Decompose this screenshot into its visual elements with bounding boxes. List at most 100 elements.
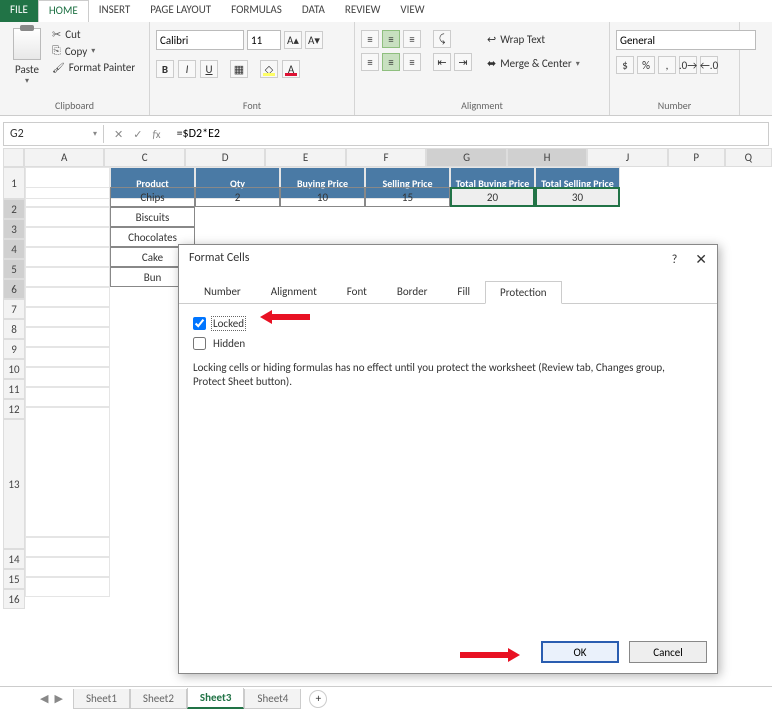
decrease-font-button[interactable]: A▾ <box>305 31 323 49</box>
cell-A8[interactable] <box>25 307 110 327</box>
row-9[interactable]: 9 <box>3 339 25 359</box>
sheet-tab-4[interactable]: Sheet4 <box>244 689 301 709</box>
font-size-select[interactable] <box>247 30 281 50</box>
col-H[interactable]: H <box>507 148 587 167</box>
locked-label[interactable]: Locked <box>211 316 246 331</box>
cell-C2[interactable]: Chips <box>110 187 195 207</box>
cell-A14[interactable] <box>25 537 110 557</box>
tab-insert[interactable]: INSERT <box>89 0 141 22</box>
col-G[interactable]: G <box>426 148 506 167</box>
name-box[interactable]: G2▾ <box>4 125 104 143</box>
bold-button[interactable]: B <box>156 60 174 78</box>
cell-A11[interactable] <box>25 367 110 387</box>
row-8[interactable]: 8 <box>3 319 25 339</box>
cell-A15[interactable] <box>25 557 110 577</box>
row-5[interactable]: 5 <box>3 259 25 279</box>
align-middle-button[interactable]: ≡ <box>382 30 400 48</box>
tab-data[interactable]: DATA <box>292 0 335 22</box>
currency-button[interactable]: $ <box>616 56 634 74</box>
orientation-button[interactable]: ⤹ <box>433 30 451 48</box>
row-16[interactable]: 16 <box>3 589 25 609</box>
locked-checkbox[interactable] <box>193 317 206 330</box>
font-color-button[interactable]: A <box>282 60 300 78</box>
fx-icon[interactable]: fx <box>152 128 160 141</box>
cell-A10[interactable] <box>25 347 110 367</box>
decrease-indent-button[interactable]: ⇤ <box>433 53 451 71</box>
tab-formulas[interactable]: FORMULAS <box>221 0 292 22</box>
row-1[interactable]: 1 <box>3 167 25 199</box>
row-15[interactable]: 15 <box>3 569 25 589</box>
align-center-button[interactable]: ≡ <box>382 53 400 71</box>
align-left-button[interactable]: ≡ <box>361 53 379 71</box>
row-12[interactable]: 12 <box>3 399 25 419</box>
underline-button[interactable]: U <box>200 60 218 78</box>
copy-button[interactable]: Copy▾ <box>52 44 135 58</box>
dlg-tab-border[interactable]: Border <box>382 280 443 303</box>
hidden-checkbox[interactable] <box>193 337 206 350</box>
cell-A12[interactable] <box>25 387 110 407</box>
hidden-label[interactable]: Hidden <box>211 336 247 351</box>
sheet-tab-3[interactable]: Sheet3 <box>187 688 245 709</box>
col-C[interactable]: C <box>104 148 184 167</box>
dlg-tab-number[interactable]: Number <box>189 280 256 303</box>
ok-button[interactable]: OK <box>541 641 619 663</box>
cancel-button[interactable]: Cancel <box>629 641 707 663</box>
font-name-select[interactable] <box>156 30 244 50</box>
increase-font-button[interactable]: A▴ <box>284 31 302 49</box>
row-4[interactable]: 4 <box>3 239 25 259</box>
cell-A6[interactable] <box>25 267 110 287</box>
dlg-tab-alignment[interactable]: Alignment <box>256 280 332 303</box>
col-A[interactable]: A <box>24 148 104 167</box>
decrease-decimal-button[interactable]: ←.0 <box>700 56 718 74</box>
align-bottom-button[interactable]: ≡ <box>403 30 421 48</box>
cancel-formula-icon[interactable]: ✕ <box>114 128 123 141</box>
number-format-select[interactable] <box>616 30 756 50</box>
dlg-tab-protection[interactable]: Protection <box>485 281 562 304</box>
col-Q[interactable]: Q <box>725 148 772 167</box>
row-11[interactable]: 11 <box>3 379 25 399</box>
wrap-text-button[interactable]: ↩Wrap Text <box>482 30 585 49</box>
select-all-corner[interactable] <box>3 148 24 167</box>
dialog-help-button[interactable]: ? <box>672 253 678 267</box>
cell-A7[interactable] <box>25 287 110 307</box>
format-painter-button[interactable]: Format Painter <box>52 61 135 74</box>
border-button[interactable]: ▦ <box>230 60 248 78</box>
add-sheet-button[interactable]: + <box>309 690 327 708</box>
sheet-tab-2[interactable]: Sheet2 <box>130 689 187 709</box>
sheet-tab-1[interactable]: Sheet1 <box>73 689 130 709</box>
tab-page-layout[interactable]: PAGE LAYOUT <box>140 0 221 22</box>
tab-view[interactable]: VIEW <box>390 0 434 22</box>
cell-A13[interactable] <box>25 407 110 537</box>
cell-A3[interactable] <box>25 207 110 227</box>
increase-indent-button[interactable]: ⇥ <box>454 53 472 71</box>
cell-A4[interactable] <box>25 227 110 247</box>
sheet-nav-next[interactable]: ▶ <box>54 692 62 705</box>
cell-H2[interactable]: 30 <box>535 187 620 207</box>
col-J[interactable]: J <box>587 148 667 167</box>
row-10[interactable]: 10 <box>3 359 25 379</box>
merge-center-button[interactable]: ⬌Merge & Center▾ <box>482 54 585 73</box>
col-P[interactable]: P <box>668 148 725 167</box>
cell-A16[interactable] <box>25 577 110 597</box>
col-D[interactable]: D <box>185 148 265 167</box>
align-top-button[interactable]: ≡ <box>361 30 379 48</box>
dialog-close-button[interactable]: ✕ <box>695 251 707 268</box>
formula-input[interactable] <box>171 125 768 143</box>
cell-C3[interactable]: Biscuits <box>110 207 195 227</box>
row-13[interactable]: 13 <box>3 419 25 549</box>
row-2[interactable]: 2 <box>3 199 25 219</box>
cell-G2[interactable]: 20 <box>450 187 535 207</box>
cell-F2[interactable]: 15 <box>365 187 450 207</box>
tab-home[interactable]: HOME <box>38 0 89 22</box>
row-14[interactable]: 14 <box>3 549 25 569</box>
col-E[interactable]: E <box>265 148 345 167</box>
cut-button[interactable]: Cut <box>52 28 135 41</box>
dlg-tab-fill[interactable]: Fill <box>442 280 485 303</box>
dlg-tab-font[interactable]: Font <box>332 280 382 303</box>
sheet-nav-prev[interactable]: ◀ <box>40 692 48 705</box>
row-6[interactable]: 6 <box>3 279 25 299</box>
cell-A5[interactable] <box>25 247 110 267</box>
increase-decimal-button[interactable]: .0→ <box>679 56 697 74</box>
row-7[interactable]: 7 <box>3 299 25 319</box>
paste-button[interactable]: Paste ▾ <box>6 24 48 86</box>
